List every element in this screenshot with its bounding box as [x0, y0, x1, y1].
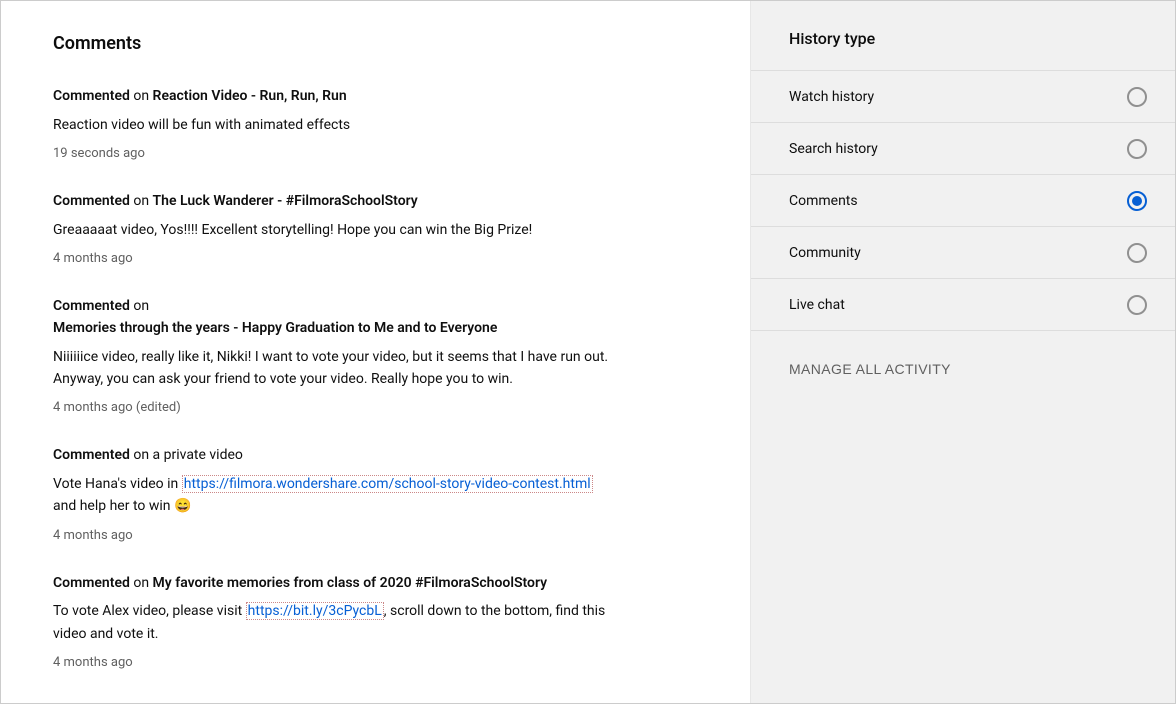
commented-prefix: Commented: [53, 447, 130, 463]
comment-link[interactable]: https://filmora.wondershare.com/school-s…: [182, 475, 593, 493]
comment-text: Niiiiiice video, really like it, Nikki! …: [53, 349, 608, 387]
history-type-option[interactable]: Search history: [751, 123, 1175, 175]
comment-link[interactable]: https://bit.ly/3cPycbL: [246, 602, 384, 620]
history-type-label: Watch history: [789, 89, 874, 105]
comment-title: Commented on The Luck Wanderer - #Filmor…: [53, 191, 613, 213]
comment-body: Greaaaaat video, Yos!!!! Excellent story…: [53, 219, 613, 241]
comment-body: Reaction video will be fun with animated…: [53, 114, 613, 136]
radio-icon[interactable]: [1127, 139, 1147, 159]
manage-all-activity-button[interactable]: MANAGE ALL ACTIVITY: [751, 331, 951, 377]
comment-text: and help her to win: [53, 498, 174, 514]
on-text: on a private video: [130, 447, 243, 463]
comment-timestamp: 4 months ago: [53, 528, 613, 543]
history-type-label: Community: [789, 245, 861, 261]
video-title-link[interactable]: Memories through the years - Happy Gradu…: [53, 320, 497, 336]
commented-prefix: Commented: [53, 298, 130, 314]
on-text: on: [130, 193, 153, 209]
comment-item: Commented on Reaction Video - Run, Run, …: [53, 86, 613, 161]
comment-body: Niiiiiice video, really like it, Nikki! …: [53, 346, 613, 391]
comment-item: Commented on a private video Vote Hana's …: [53, 445, 613, 542]
history-type-option[interactable]: Comments: [751, 175, 1175, 227]
comment-timestamp: 4 months ago (edited): [53, 400, 613, 415]
comment-text: Greaaaaat video, Yos!!!! Excellent story…: [53, 222, 532, 238]
on-text: on: [130, 298, 149, 314]
comment-title: Commented on a private video: [53, 445, 613, 467]
history-type-label: Live chat: [789, 297, 845, 313]
comment-title: Commented on My favorite memories from c…: [53, 573, 613, 595]
comment-item: Commented on Memories through the years -…: [53, 296, 613, 415]
history-type-option[interactable]: Live chat: [751, 279, 1175, 331]
video-title-link[interactable]: My favorite memories from class of 2020 …: [153, 575, 548, 591]
comment-timestamp: 4 months ago: [53, 251, 613, 266]
history-type-option[interactable]: Community: [751, 227, 1175, 279]
comment-text: Vote Hana's video in: [53, 476, 182, 492]
video-title-link[interactable]: The Luck Wanderer - #FilmoraSchoolStory: [153, 193, 418, 209]
video-title-link[interactable]: Reaction Video - Run, Run, Run: [153, 88, 347, 104]
on-text: on: [130, 575, 153, 591]
sidebar: History type Watch history Search history…: [750, 1, 1175, 703]
sidebar-heading: History type: [751, 29, 1175, 71]
comment-text: To vote Alex video, please visit: [53, 603, 246, 619]
history-type-option[interactable]: Watch history: [751, 71, 1175, 123]
comment-body: To vote Alex video, please visit https:/…: [53, 600, 613, 645]
comments-list: Commented on Reaction Video - Run, Run, …: [53, 86, 702, 670]
main-content: Comments Commented on Reaction Video - R…: [1, 1, 750, 703]
radio-icon[interactable]: [1127, 87, 1147, 107]
page-title: Comments: [53, 33, 702, 54]
emoji-icon: 😄: [174, 498, 191, 514]
comment-timestamp: 4 months ago: [53, 655, 613, 670]
history-type-label: Comments: [789, 193, 858, 209]
comment-text: Reaction video will be fun with animated…: [53, 117, 350, 133]
comment-title: Commented on Memories through the years -…: [53, 296, 613, 339]
comment-timestamp: 19 seconds ago: [53, 146, 613, 161]
commented-prefix: Commented: [53, 575, 130, 591]
comment-item: Commented on My favorite memories from c…: [53, 573, 613, 670]
comment-title: Commented on Reaction Video - Run, Run, …: [53, 86, 613, 108]
comment-body: Vote Hana's video in https://filmora.won…: [53, 473, 613, 518]
commented-prefix: Commented: [53, 193, 130, 209]
on-text: on: [130, 88, 153, 104]
history-type-list: Watch history Search history Comments Commu…: [751, 71, 1175, 331]
commented-prefix: Commented: [53, 88, 130, 104]
radio-icon[interactable]: [1127, 295, 1147, 315]
comment-item: Commented on The Luck Wanderer - #Filmor…: [53, 191, 613, 266]
history-type-label: Search history: [789, 141, 878, 157]
radio-icon[interactable]: [1127, 191, 1147, 211]
radio-icon[interactable]: [1127, 243, 1147, 263]
